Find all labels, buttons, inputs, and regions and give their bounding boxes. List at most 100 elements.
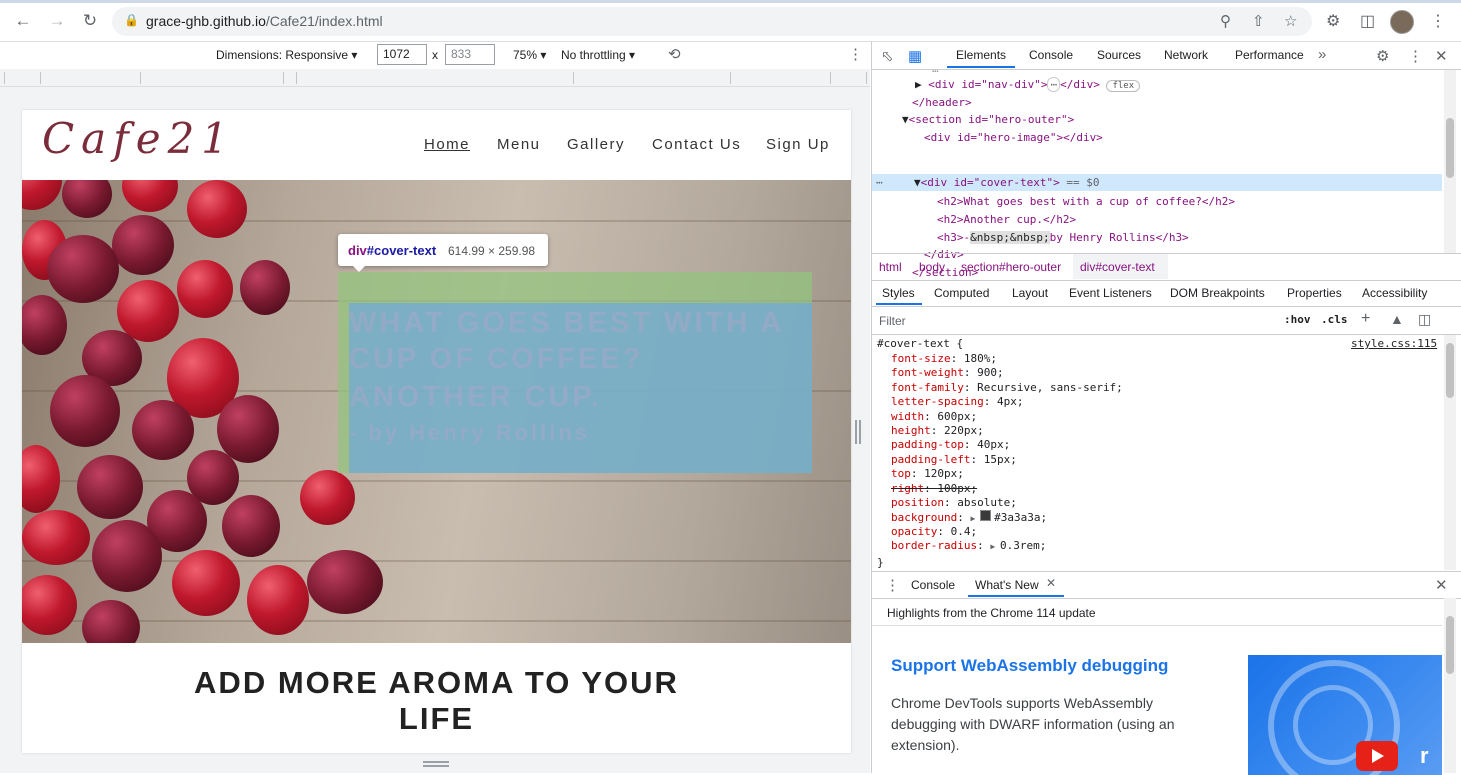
drawer-menu-icon[interactable]: ⋮ <box>885 576 900 594</box>
css-property-value[interactable]: 100px; <box>937 482 977 495</box>
zoom-dropdown[interactable]: 75% ▾ <box>513 48 546 62</box>
css-declaration[interactable]: height: 220px; <box>891 424 984 437</box>
viewport-bottom-handle[interactable] <box>423 761 449 767</box>
dom-scrollbar[interactable] <box>1444 70 1456 253</box>
profile-avatar[interactable] <box>1390 10 1414 34</box>
rule-selector[interactable]: #cover-text { <box>877 337 963 350</box>
viewport-resize-handle[interactable] <box>855 420 861 444</box>
device-toggle-icon[interactable]: ▦ <box>908 47 922 65</box>
css-property-value[interactable]: absolute; <box>957 496 1017 509</box>
close-devtools-icon[interactable]: ✕ <box>1435 47 1448 65</box>
css-property-name[interactable]: border-radius <box>891 539 977 552</box>
crumb-cover-text[interactable]: div#cover-text <box>1080 260 1155 274</box>
close-whats-new-icon[interactable]: ✕ <box>1046 576 1056 590</box>
css-property-value[interactable]: 220px; <box>944 424 984 437</box>
inspect-element-icon[interactable]: ⬁ <box>881 47 894 65</box>
css-property-value[interactable]: 600px; <box>937 410 977 423</box>
nav-sign-up[interactable]: Sign Up <box>766 136 830 153</box>
reload-icon[interactable]: ↻ <box>79 10 101 32</box>
css-property-name[interactable]: opacity <box>891 525 937 538</box>
css-property-value[interactable]: 15px; <box>984 453 1017 466</box>
css-declaration[interactable]: padding-top: 40px; <box>891 438 1010 451</box>
css-property-name[interactable]: position <box>891 496 944 509</box>
dom-line-section[interactable]: ▼<section id="hero-outer"> <box>902 113 1074 126</box>
nav-contact-us[interactable]: Contact Us <box>652 136 741 153</box>
tab-dom-breakpoints[interactable]: DOM Breakpoints <box>1170 286 1265 300</box>
settings-gear-icon[interactable]: ⚙ <box>1376 47 1389 65</box>
tab-console[interactable]: Console <box>1029 48 1073 62</box>
dom-line-cover-text[interactable]: ▼<div id="cover-text"> == $0 <box>914 176 1099 189</box>
css-declaration[interactable]: top: 120px; <box>891 467 964 480</box>
rotate-icon[interactable]: ⟲ <box>668 45 681 63</box>
css-property-name[interactable]: height <box>891 424 931 437</box>
tab-properties[interactable]: Properties <box>1287 286 1342 300</box>
css-property-name[interactable]: top <box>891 467 911 480</box>
hov-toggle[interactable]: :hov <box>1284 313 1311 326</box>
address-bar[interactable]: 🔒 grace-ghb.github.io/Cafe21/index.html … <box>112 7 1312 36</box>
forward-icon[interactable]: → <box>46 10 68 32</box>
tab-elements[interactable]: Elements <box>956 48 1006 62</box>
css-property-value[interactable]: 0.4; <box>951 525 978 538</box>
tab-styles[interactable]: Styles <box>882 286 915 300</box>
dom-line-nav-div[interactable]: ▶ <div id="nav-div"> ⋯ </div> flex <box>915 77 1141 92</box>
rule-source-link[interactable]: style.css:115 <box>1351 337 1437 350</box>
css-declaration[interactable]: right: 100px; <box>891 482 977 495</box>
cls-toggle[interactable]: .cls <box>1321 313 1348 326</box>
color-swatch[interactable] <box>980 510 992 522</box>
bookmark-star-icon[interactable]: ☆ <box>1284 12 1297 30</box>
css-declaration[interactable]: width: 600px; <box>891 410 977 423</box>
width-input[interactable]: 1072 <box>377 44 427 65</box>
css-property-value[interactable]: Recursive, sans-serif; <box>977 381 1123 394</box>
css-declaration[interactable]: border-radius: ▶ 0.3rem; <box>891 539 1046 552</box>
css-property-value[interactable]: 40px; <box>977 438 1010 451</box>
youtube-play-icon[interactable] <box>1356 741 1398 771</box>
tab-network[interactable]: Network <box>1164 48 1208 62</box>
drawer-tab-whats-new[interactable]: What's New <box>975 578 1039 592</box>
styles-scrollbar[interactable] <box>1444 335 1456 570</box>
css-property-name[interactable]: font-size <box>891 352 951 365</box>
crumb-section[interactable]: section#hero-outer <box>961 260 1061 274</box>
dimensions-dropdown[interactable]: Dimensions: Responsive ▾ <box>216 48 357 62</box>
css-property-name[interactable]: letter-spacing <box>891 395 984 408</box>
nav-gallery[interactable]: Gallery <box>567 136 625 153</box>
flex-badge[interactable]: flex <box>1106 80 1141 92</box>
dom-ellipsis-icon[interactable]: ⋯ <box>876 176 883 189</box>
close-drawer-icon[interactable]: ✕ <box>1435 576 1448 594</box>
toggle-sidebar-icon[interactable]: ◫ <box>1418 311 1431 328</box>
site-logo[interactable]: Cafe21 <box>42 114 235 163</box>
css-property-name[interactable]: padding-top <box>891 438 964 451</box>
css-declaration[interactable]: opacity: 0.4; <box>891 525 977 538</box>
devtools-menu-icon[interactable]: ⋮ <box>1408 47 1423 65</box>
throttling-dropdown[interactable]: No throttling ▾ <box>561 48 635 62</box>
css-declaration[interactable]: letter-spacing: 4px; <box>891 395 1023 408</box>
css-declaration[interactable]: font-family: Recursive, sans-serif; <box>891 381 1123 394</box>
drawer-tab-console[interactable]: Console <box>911 578 955 592</box>
height-input[interactable]: 833 <box>445 44 495 65</box>
css-property-value[interactable]: 900; <box>977 366 1004 379</box>
css-declaration[interactable]: font-weight: 900; <box>891 366 1004 379</box>
crumb-body[interactable]: body <box>919 260 945 274</box>
new-rule-icon[interactable]: + <box>1361 310 1370 328</box>
css-declaration[interactable]: position: absolute; <box>891 496 1017 509</box>
zoom-search-icon[interactable]: ⚲ <box>1220 12 1231 30</box>
css-property-value[interactable]: 4px; <box>997 395 1024 408</box>
css-declaration[interactable]: background: ▶ #3a3a3a; <box>891 510 1047 524</box>
back-icon[interactable]: ← <box>12 10 34 32</box>
css-property-value[interactable]: #3a3a3a; <box>994 511 1047 524</box>
tab-performance[interactable]: Performance <box>1235 48 1304 62</box>
crumb-html[interactable]: html <box>879 260 902 274</box>
expand-shorthand-icon[interactable]: ▶ <box>970 514 980 523</box>
whats-new-scrollbar[interactable] <box>1444 598 1456 773</box>
dom-line-h3[interactable]: <h3>-&nbsp;&nbsp;by Henry Rollins</h3> <box>937 231 1189 244</box>
tab-sources[interactable]: Sources <box>1097 48 1141 62</box>
css-property-name[interactable]: background <box>891 511 957 524</box>
css-property-name[interactable]: right <box>891 482 924 495</box>
css-declaration[interactable]: padding-left: 15px; <box>891 453 1017 466</box>
css-property-value[interactable]: 180%; <box>964 352 997 365</box>
css-property-value[interactable]: 0.3rem; <box>1000 539 1046 552</box>
dom-line-header-close[interactable]: </header> <box>912 96 972 109</box>
dom-line-h2b[interactable]: <h2>Another cup.</h2> <box>937 213 1076 226</box>
dom-line-h2a[interactable]: <h2>What goes best with a cup of coffee?… <box>937 195 1235 208</box>
whats-new-scroll-thumb[interactable] <box>1446 616 1454 674</box>
nav-home[interactable]: Home <box>424 136 470 153</box>
